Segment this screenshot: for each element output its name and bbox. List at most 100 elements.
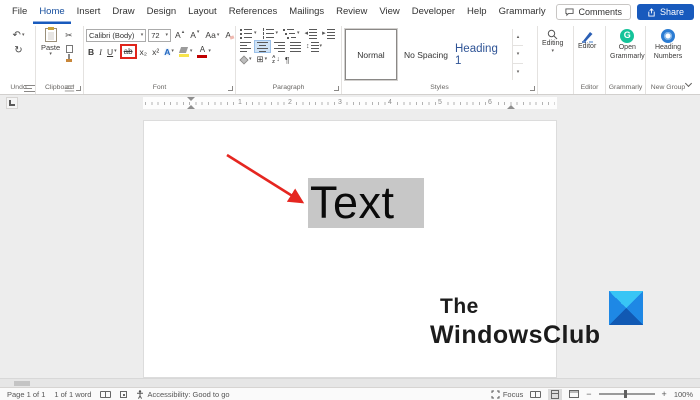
heading-numbers-button[interactable]: Heading Numbers: [648, 27, 688, 82]
chevron-down-icon: ▾: [254, 31, 257, 36]
line-spacing-button[interactable]: ↕▾: [304, 40, 324, 53]
font-dialog-launcher[interactable]: [228, 86, 233, 91]
show-paragraph-marks-button[interactable]: ¶: [283, 53, 292, 66]
accessibility-status[interactable]: Accessibility: Good to go: [136, 390, 229, 399]
ruler[interactable]: 1 2 3 4 5 6: [0, 95, 700, 111]
styles-dialog-launcher[interactable]: [530, 86, 535, 91]
highlight-color-button[interactable]: ▾: [177, 45, 195, 58]
editing-button[interactable]: Editing ▾: [540, 27, 565, 94]
macro-icon[interactable]: [120, 391, 127, 398]
quick-access-icon-1[interactable]: [24, 84, 35, 92]
comments-button[interactable]: Comments: [556, 4, 631, 20]
shrink-font-button[interactable]: A▾: [188, 29, 201, 42]
undo-button[interactable]: ↶▾: [4, 29, 33, 42]
editor-button[interactable]: Editor: [576, 27, 598, 82]
page-info[interactable]: Page 1 of 1: [7, 390, 45, 399]
align-right-button[interactable]: [272, 40, 287, 53]
style-heading1[interactable]: Heading 1: [455, 29, 507, 80]
increase-indent-button[interactable]: ▸: [320, 27, 337, 40]
font-name-combo[interactable]: Calibri (Body) ▾: [86, 29, 146, 42]
accessibility-label: Accessibility: Good to go: [147, 390, 229, 399]
bold-button[interactable]: B: [86, 45, 96, 58]
multilevel-list-button[interactable]: ▾: [281, 27, 302, 40]
decrease-indent-button[interactable]: ◂: [303, 27, 320, 40]
focus-button[interactable]: Focus: [491, 390, 523, 399]
gallery-down-button[interactable]: ▾: [513, 45, 523, 62]
chevron-down-icon: ▾: [208, 49, 211, 54]
italic-button[interactable]: I: [97, 45, 104, 58]
right-indent-marker[interactable]: [507, 105, 515, 109]
align-left-button[interactable]: [238, 40, 253, 53]
paragraph-dialog-launcher[interactable]: [334, 86, 339, 91]
zoom-out-button[interactable]: −: [586, 389, 591, 399]
proofing-icon[interactable]: [100, 391, 111, 398]
web-layout-button[interactable]: [569, 390, 579, 398]
bullets-button[interactable]: ▾: [238, 27, 259, 40]
chevron-down-icon: ▾: [114, 49, 117, 54]
tab-review[interactable]: Review: [330, 0, 373, 24]
tab-grammarly[interactable]: Grammarly: [493, 0, 552, 24]
hanging-indent-marker[interactable]: [187, 105, 195, 109]
numbering-button[interactable]: ▾: [260, 27, 281, 40]
tab-design[interactable]: Design: [141, 0, 183, 24]
copy-button[interactable]: [66, 45, 73, 53]
clipboard-dialog-launcher[interactable]: [76, 86, 81, 91]
clear-formatting-button[interactable]: A: [223, 29, 233, 42]
gallery-up-button[interactable]: ▴: [513, 29, 523, 45]
cut-button[interactable]: ✂: [63, 29, 74, 42]
borders-button[interactable]: ⊞▾: [255, 53, 270, 66]
zoom-slider-handle[interactable]: [624, 390, 627, 398]
tab-file[interactable]: File: [6, 0, 33, 24]
tab-layout[interactable]: Layout: [182, 0, 223, 24]
tab-mailings[interactable]: Mailings: [283, 0, 330, 24]
subscript-button[interactable]: x₂: [138, 45, 150, 58]
print-layout-button[interactable]: [548, 389, 562, 400]
chevron-down-icon: ▾: [22, 33, 25, 38]
underline-button[interactable]: U▾: [105, 45, 119, 58]
editor-group: Editor Editor: [574, 26, 606, 94]
tab-insert[interactable]: Insert: [71, 0, 107, 24]
selected-text[interactable]: Text: [308, 178, 424, 228]
ruler-band[interactable]: 1 2 3 4 5 6: [143, 97, 557, 109]
tab-developer[interactable]: Developer: [406, 0, 461, 24]
style-no-spacing[interactable]: No Spacing: [400, 29, 452, 80]
tab-view[interactable]: View: [373, 0, 405, 24]
font-color-button[interactable]: A ▾: [195, 45, 213, 58]
sort-button[interactable]: AZ↓: [270, 53, 282, 66]
horizontal-scrollbar-thumb[interactable]: [14, 381, 30, 386]
quick-access-icon-2[interactable]: [65, 85, 74, 92]
strikethrough-button[interactable]: ab: [124, 47, 133, 56]
tab-references[interactable]: References: [223, 0, 284, 24]
text-effects-button[interactable]: A▾: [162, 45, 176, 58]
redo-button[interactable]: ↻: [4, 44, 33, 57]
format-painter-button[interactable]: [65, 54, 74, 63]
justify-button[interactable]: [288, 40, 303, 53]
chevron-down-icon: ▾: [166, 33, 169, 38]
first-line-indent-marker[interactable]: [187, 97, 195, 101]
tab-draw[interactable]: Draw: [106, 0, 140, 24]
tab-selector[interactable]: [6, 97, 18, 109]
font-size-combo[interactable]: 72 ▾: [148, 29, 171, 42]
paste-button[interactable]: Paste ▾: [38, 27, 63, 82]
multilevel-icon: [283, 28, 296, 39]
share-button[interactable]: Share: [637, 4, 694, 20]
tab-home[interactable]: Home: [33, 0, 70, 24]
shading-button[interactable]: ▾: [238, 53, 254, 66]
letter-a: A: [175, 30, 181, 40]
zoom-level[interactable]: 100%: [674, 390, 693, 399]
change-case-button[interactable]: Aa▾: [203, 29, 221, 42]
zoom-slider[interactable]: [599, 393, 655, 395]
word-count[interactable]: 1 of 1 word: [54, 390, 91, 399]
superscript-button[interactable]: x²: [150, 45, 161, 58]
gallery-more-button[interactable]: ▾: [513, 63, 523, 80]
tab-help[interactable]: Help: [461, 0, 493, 24]
style-normal[interactable]: Normal: [345, 29, 397, 80]
editing-group: Editing ▾: [538, 26, 574, 94]
read-mode-button[interactable]: [530, 391, 541, 398]
horizontal-scrollbar[interactable]: [0, 378, 700, 387]
zoom-in-button[interactable]: +: [662, 389, 667, 399]
accessibility-icon: [136, 390, 144, 399]
grow-font-button[interactable]: A▴: [173, 29, 186, 42]
open-grammarly-button[interactable]: G Open Grammarly: [608, 27, 647, 82]
align-center-button[interactable]: [254, 40, 271, 53]
